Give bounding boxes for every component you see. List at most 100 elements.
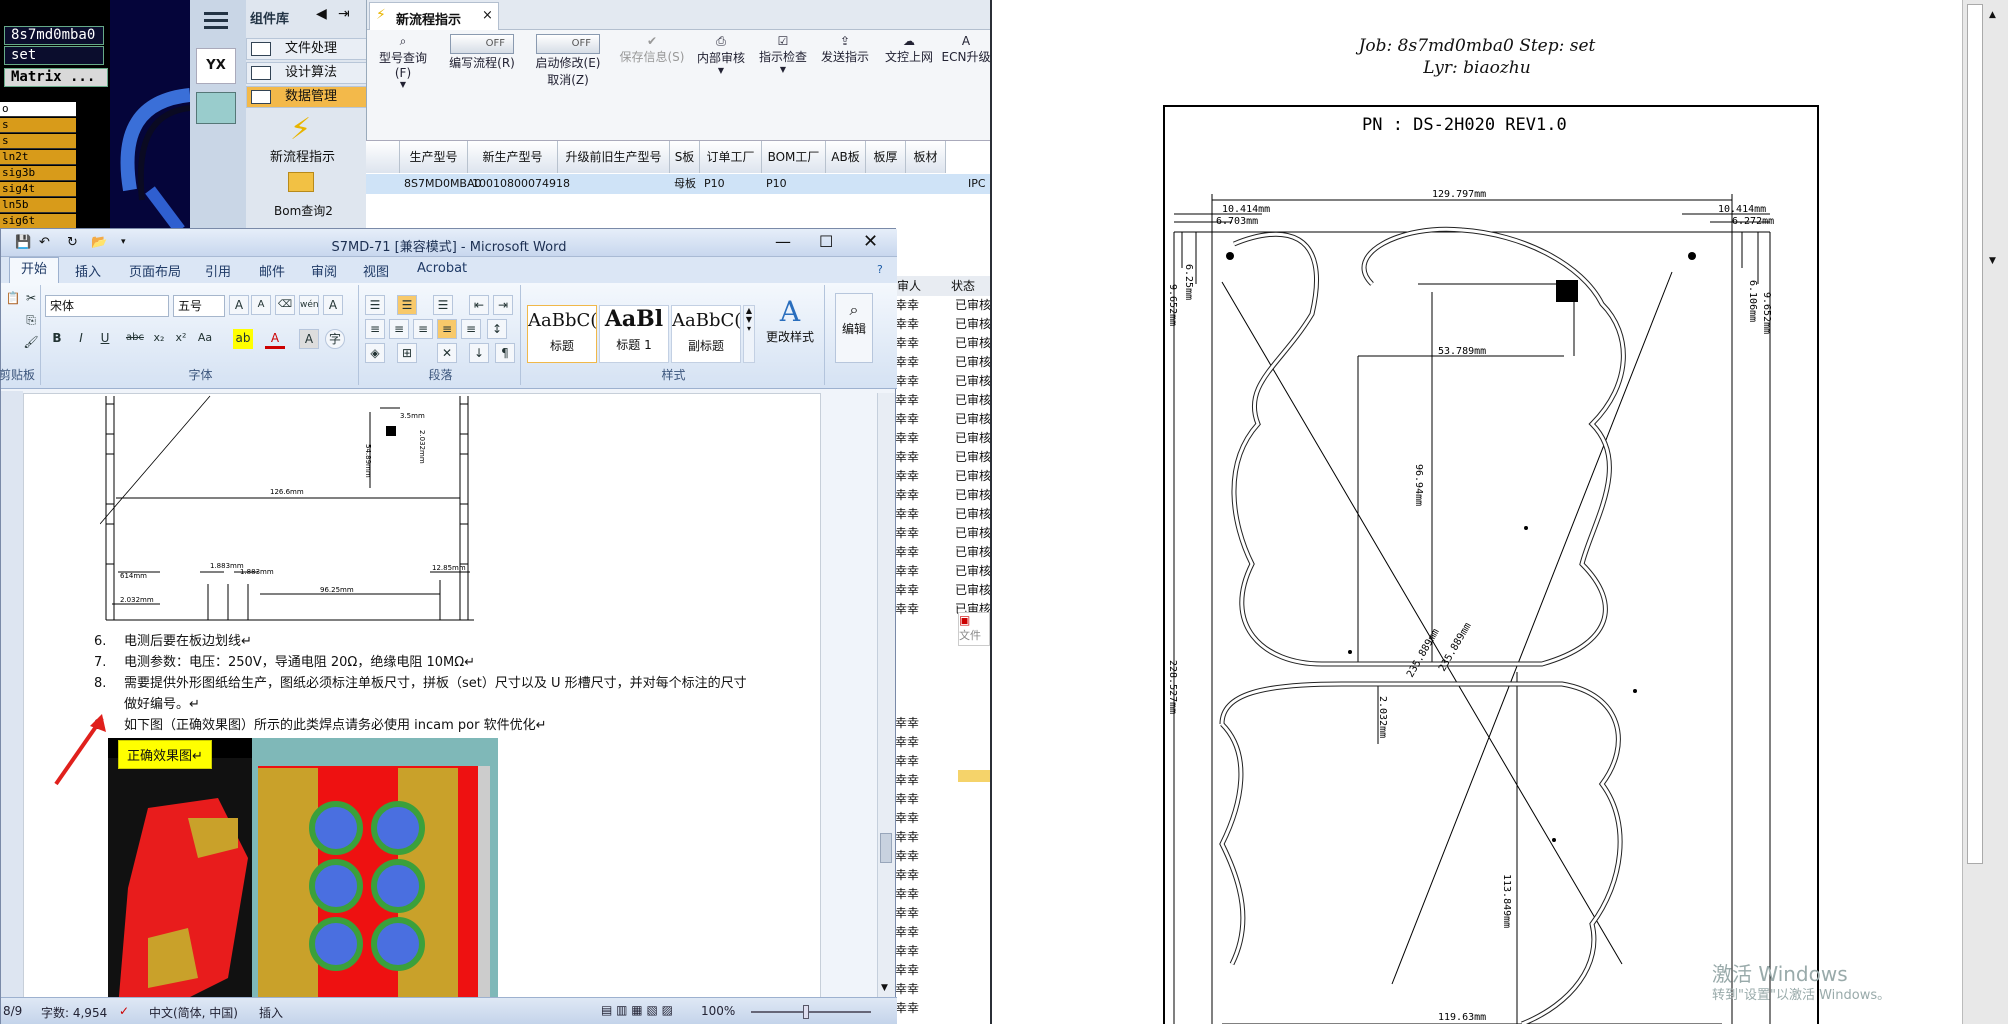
style-subtitle[interactable]: AaBbC(副标题 [671, 305, 741, 363]
tab-insert[interactable]: 插入 [75, 261, 101, 280]
word-count[interactable]: 字数: 4,954 [41, 1004, 107, 1021]
ecn-button[interactable]: A ECN升级 [941, 34, 991, 65]
list-item[interactable]: 幸幸 已审核 [895, 505, 990, 524]
tab-home[interactable]: 开始 [9, 257, 59, 283]
close-icon[interactable]: ✕ [863, 231, 878, 252]
language[interactable]: 中文(简体, 中国) [149, 1004, 238, 1021]
list-item[interactable]: 幸幸 已审核 [895, 296, 990, 315]
tab-acrobat[interactable]: Acrobat [417, 261, 467, 276]
layer-item[interactable]: sig6t [0, 214, 76, 229]
shading-icon[interactable]: ◈ [365, 343, 385, 363]
line-spacing-icon[interactable]: ↕ [487, 319, 507, 339]
job-field[interactable]: 8s7md0mba0 [4, 26, 104, 45]
list-item[interactable] [895, 657, 990, 676]
zoom-slider[interactable] [751, 1011, 871, 1013]
list-item[interactable]: 幸幸 [895, 923, 990, 942]
list-item[interactable]: 幸幸 [895, 904, 990, 923]
folder-icon[interactable] [288, 172, 314, 192]
list-item[interactable]: 幸幸 已审核 [895, 410, 990, 429]
model-query-button[interactable]: ⌕ 型号查询(F) ▼ [371, 34, 435, 89]
tab-layout[interactable]: 页面布局 [129, 261, 181, 280]
layer-item[interactable]: o [0, 102, 76, 117]
format-painter-icon[interactable]: 🖌 [21, 333, 41, 353]
col-header[interactable]: 板材 [906, 141, 946, 173]
char-shading-icon[interactable]: A [299, 329, 319, 349]
list-item[interactable]: 幸幸 [895, 847, 990, 866]
list-item[interactable]: 幸幸 [895, 828, 990, 847]
superscript-icon[interactable]: x² [171, 329, 191, 349]
matrix-button[interactable]: Matrix ... [4, 68, 108, 87]
list-item[interactable]: 幸幸 [895, 961, 990, 980]
list-item[interactable]: 幸幸 已审核 [895, 448, 990, 467]
new-flow-label[interactable]: 新流程指示 [270, 146, 335, 165]
align-left-icon[interactable]: ≡ [365, 319, 385, 339]
strike-icon[interactable]: abc [125, 329, 145, 349]
col-header[interactable]: S板 [670, 141, 700, 173]
font-size-select[interactable]: 五号 [173, 295, 225, 317]
col-header[interactable]: BOM工厂 [762, 141, 826, 173]
increase-indent-icon[interactable]: ⇥ [493, 295, 513, 315]
item-data[interactable]: 数据管理 [246, 86, 368, 108]
step-field[interactable]: set [4, 46, 104, 65]
write-toggle[interactable]: OFF [450, 34, 514, 54]
bullets-icon[interactable]: ☰ [365, 295, 385, 315]
list-item[interactable]: 幸幸 已审核 [895, 581, 990, 600]
distribute-icon[interactable]: ≡ [461, 319, 481, 339]
enclose-char-icon[interactable]: 字 [325, 329, 345, 349]
show-marks-icon[interactable]: ¶ [495, 343, 515, 363]
list-item[interactable]: 幸幸 [895, 752, 990, 771]
paste-icon[interactable]: 📋 [3, 289, 23, 309]
change-styles-button[interactable]: A 更改样式 [765, 295, 815, 345]
font-color-icon[interactable]: A [265, 329, 285, 349]
subscript-icon[interactable]: x₂ [149, 329, 169, 349]
close-icon[interactable]: × [482, 8, 493, 23]
justify-icon[interactable]: ≡ [437, 319, 457, 339]
change-case-icon[interactable]: Aa [195, 329, 215, 349]
pdf-scrollbar[interactable]: ▲ ▼ [1962, 0, 2008, 1024]
layer-item[interactable]: ln5b [0, 198, 76, 213]
document-page[interactable]: 3.5mm 2.032mm 54.89mm 126.6mm 1.883mm 1.… [23, 393, 821, 1005]
list-item[interactable]: 幸幸 已审核 [895, 467, 990, 486]
clear-format-icon[interactable]: ⌫ [275, 295, 295, 315]
list-item[interactable]: 幸幸 [895, 999, 990, 1016]
col-header[interactable]: 升级前旧生产型号 [558, 141, 670, 173]
style-heading1[interactable]: AaBl 标题 1 [599, 305, 669, 363]
list-item[interactable]: 幸幸 已审核 [895, 391, 990, 410]
list-item[interactable]: 幸幸 [895, 866, 990, 885]
list-item[interactable]: 幸幸 [895, 790, 990, 809]
item-file[interactable]: 文件处理 [246, 38, 368, 60]
list-item[interactable]: 幸幸 已审核 [895, 372, 990, 391]
multilevel-icon[interactable]: ☰ [433, 295, 453, 315]
style-title[interactable]: AaBbC(标题 [527, 305, 597, 363]
modify-toggle[interactable]: OFF [536, 34, 600, 54]
minimize-icon[interactable]: — [775, 232, 791, 251]
font-name-select[interactable]: 宋体 [45, 295, 169, 317]
col-header[interactable]: 新生产型号 [468, 141, 558, 173]
menu-icon[interactable] [198, 6, 234, 34]
proofing-icon[interactable]: ✓ [119, 1004, 129, 1018]
cut-icon[interactable]: ✂ [21, 289, 41, 309]
phonetic-icon[interactable]: wén [299, 295, 319, 315]
tab-mailings[interactable]: 邮件 [259, 261, 285, 280]
grow-font-icon[interactable]: A [229, 295, 249, 315]
tab-view[interactable]: 视图 [363, 261, 389, 280]
col-header[interactable]: AB板 [826, 141, 866, 173]
list-item[interactable]: 幸幸 [895, 809, 990, 828]
check-button[interactable]: ☑ 指示检查 ▼ [755, 34, 811, 74]
zoom-thumb[interactable] [803, 1005, 809, 1019]
layer-item[interactable]: s [0, 118, 76, 133]
db-icon[interactable] [196, 92, 236, 124]
list-item[interactable]: 幸幸 [895, 885, 990, 904]
list-item[interactable]: 幸幸 已审核 [895, 562, 990, 581]
shrink-font-icon[interactable]: A [251, 295, 271, 315]
col-header[interactable]: 板厚 [866, 141, 906, 173]
list-item[interactable]: 幸幸 已审核 [895, 353, 990, 372]
item-algo[interactable]: 设计算法 [246, 62, 368, 84]
maximize-icon[interactable]: ☐ [819, 232, 833, 251]
list-item[interactable] [895, 695, 990, 714]
zoom-level[interactable]: 100% [701, 1004, 735, 1018]
layer-item[interactable]: sig4t [0, 182, 76, 197]
insert-mode[interactable]: 插入 [259, 1004, 283, 1021]
list-item[interactable]: 幸幸 [895, 714, 990, 733]
char-border-icon[interactable]: A [323, 295, 343, 315]
